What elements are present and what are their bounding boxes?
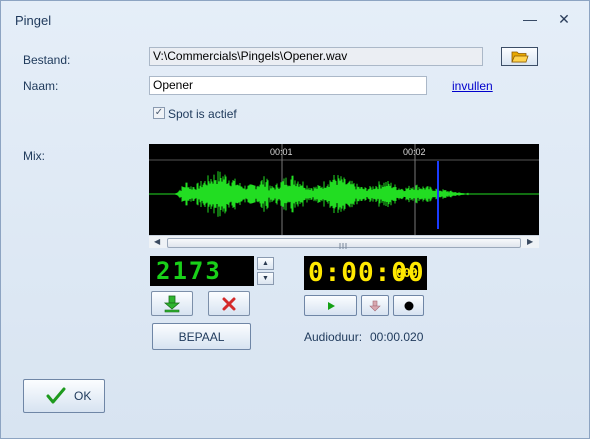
ok-button[interactable]: OK: [23, 379, 105, 413]
invullen-link[interactable]: invullen: [452, 79, 493, 93]
stop-down-button[interactable]: [361, 295, 389, 316]
waveform-scrollbar[interactable]: ◀ ▶: [149, 235, 539, 249]
record-button[interactable]: [393, 295, 424, 316]
time-display: 0:00:00 000: [304, 256, 427, 290]
arrow-down-icon: [163, 295, 181, 312]
spot-checkbox[interactable]: ✓: [153, 107, 165, 119]
record-icon: [404, 301, 413, 310]
close-button[interactable]: ✕: [553, 9, 575, 29]
scroll-left-icon[interactable]: ◀: [154, 236, 160, 248]
counter-down-button[interactable]: ▼: [257, 272, 274, 285]
scroll-right-icon[interactable]: ▶: [527, 236, 533, 248]
spot-label: Spot is actief: [168, 107, 237, 121]
title-bar: Pingel — ✕: [1, 1, 589, 37]
x-icon: [222, 297, 236, 310]
counter-up-button[interactable]: ▲: [257, 257, 274, 270]
audioduur-label: Audioduur:: [304, 330, 363, 344]
window-title: Pingel: [15, 13, 52, 28]
folder-icon: [511, 51, 529, 63]
set-marker-button[interactable]: [151, 291, 193, 316]
waveform-signal: [175, 171, 469, 217]
ok-label: OK: [74, 389, 92, 403]
grip-icon: [339, 243, 347, 249]
bestand-label: Bestand:: [23, 53, 71, 67]
timer-ms: 000: [396, 266, 418, 280]
arrow-down-icon: [369, 300, 381, 311]
bestand-field[interactable]: V:\Commercials\Pingels\Opener.wav: [149, 47, 483, 66]
browse-folder-button[interactable]: [501, 47, 538, 66]
time-marker-1: 00:01: [270, 147, 293, 157]
mix-label: Mix:: [23, 149, 45, 163]
pingel-dialog: Pingel — ✕ Bestand: V:\Commercials\Pinge…: [0, 0, 590, 439]
checkmark-icon: [46, 387, 66, 404]
play-icon: [327, 301, 335, 310]
play-button[interactable]: [304, 295, 357, 316]
audioduur-value: 00:00.020: [370, 330, 424, 344]
sample-counter: 2173: [150, 256, 254, 286]
scroll-thumb[interactable]: [167, 238, 521, 249]
naam-field[interactable]: Opener: [149, 76, 427, 95]
bepaal-button[interactable]: BEPAAL: [152, 323, 251, 350]
clear-marker-button[interactable]: [208, 291, 250, 316]
time-marker-2: 00:02: [403, 147, 426, 157]
naam-label: Naam:: [23, 79, 59, 93]
waveform-display[interactable]: 00:01 00:02: [149, 144, 539, 235]
minimize-button[interactable]: —: [519, 9, 541, 29]
waveform-graph: 00:01 00:02: [149, 144, 539, 235]
